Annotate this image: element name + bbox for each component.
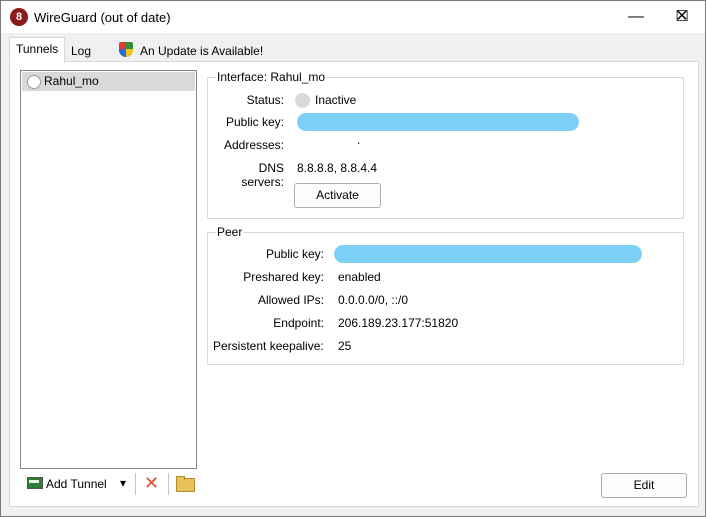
tab-log[interactable]: Log — [64, 39, 99, 63]
tunnel-name: Rahul_mo — [44, 74, 99, 88]
tunnel-list[interactable]: Rahul_mo — [20, 70, 197, 469]
status-circle-icon — [295, 93, 310, 108]
addresses-value: . — [357, 133, 361, 147]
toolbar-divider — [135, 473, 136, 495]
addresses-label: Addresses: — [223, 138, 284, 152]
dns-servers-label: DNS servers: — [241, 161, 284, 189]
endpoint-value: 206.189.23.177:51820 — [338, 316, 459, 330]
status-label: Status: — [246, 93, 284, 107]
preshared-key-value: enabled — [338, 270, 381, 284]
minimize-button[interactable]: — — [613, 1, 659, 33]
peer-group-title: Peer — [216, 225, 244, 239]
persistent-keepalive-label: Persistent keepalive: — [213, 339, 324, 353]
dns-servers-value: 8.8.8.8, 8.8.4.4 — [297, 161, 378, 175]
shield-icon — [119, 42, 133, 57]
interface-public-key-redacted — [297, 113, 579, 131]
edit-button[interactable]: Edit — [601, 473, 687, 498]
title-bar[interactable]: 8 WireGuard (out of date) — ☐ — [1, 1, 705, 33]
endpoint-label: Endpoint: — [273, 316, 324, 330]
interface-group-title: Interface: Rahul_mo — [216, 70, 327, 84]
status-value: Inactive — [315, 93, 357, 107]
close-button[interactable]: ✕ — [659, 1, 705, 33]
toolbar-divider-2 — [168, 473, 169, 495]
peer-public-key-redacted — [334, 245, 642, 263]
tab-update-available[interactable]: An Update is Available! — [133, 39, 271, 63]
persistent-keepalive-value: 25 — [338, 339, 352, 353]
wireguard-window: 8 WireGuard (out of date) — ☐ ✕ Tunnels … — [0, 0, 706, 517]
add-tunnel-dropdown-icon[interactable]: ▾ — [120, 476, 126, 490]
add-tunnel-icon — [26, 475, 43, 489]
allowed-ips-label: Allowed IPs: — [257, 293, 324, 307]
inactive-circle-icon — [27, 75, 41, 89]
export-folder-icon[interactable] — [176, 476, 195, 492]
delete-tunnel-icon[interactable]: ✕ — [144, 473, 159, 494]
preshared-key-label: Preshared key: — [243, 270, 324, 284]
window-title: WireGuard (out of date) — [34, 10, 171, 25]
interface-public-key-label: Public key: — [225, 115, 284, 129]
add-tunnel-button[interactable]: Add Tunnel — [46, 477, 107, 491]
activate-button[interactable]: Activate — [294, 183, 381, 208]
wireguard-logo-icon: 8 — [10, 8, 28, 26]
allowed-ips-value: 0.0.0.0/0, ::/0 — [338, 293, 409, 307]
tunnel-list-item[interactable]: Rahul_mo — [22, 72, 195, 91]
tab-tunnels[interactable]: Tunnels — [9, 37, 66, 63]
peer-public-key-label: Public key: — [265, 247, 324, 261]
